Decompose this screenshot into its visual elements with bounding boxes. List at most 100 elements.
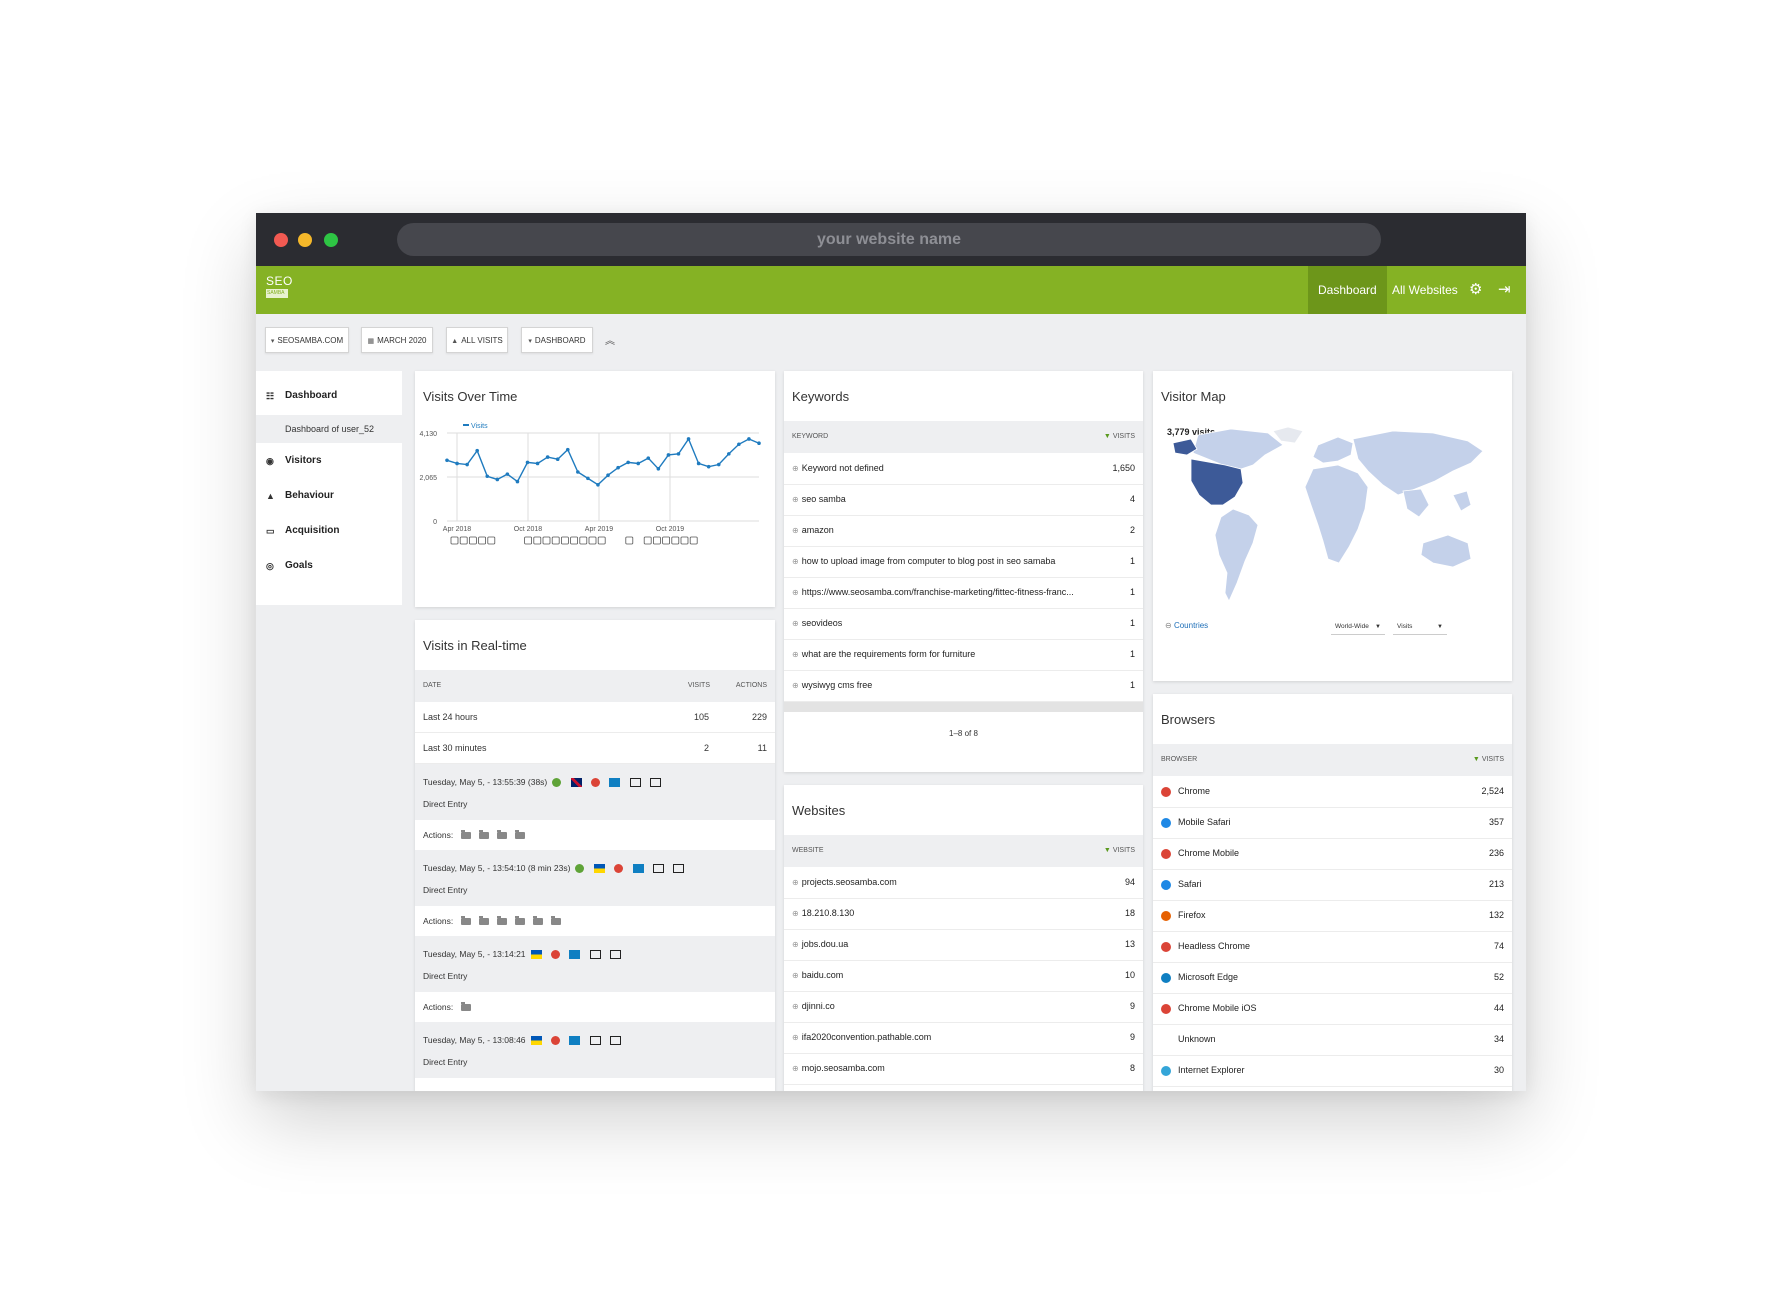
annotation-icon[interactable] bbox=[625, 536, 634, 545]
data-point[interactable] bbox=[606, 473, 610, 477]
data-point[interactable] bbox=[475, 448, 479, 453]
data-point[interactable] bbox=[646, 456, 651, 460]
data-point[interactable] bbox=[686, 437, 691, 441]
folder-icon[interactable] bbox=[461, 1002, 472, 1012]
annotation-icon[interactable] bbox=[551, 536, 560, 545]
data-point[interactable] bbox=[565, 447, 570, 452]
folder-icon[interactable] bbox=[533, 916, 544, 926]
data-point[interactable] bbox=[505, 472, 510, 476]
annotation-icon[interactable] bbox=[579, 536, 588, 545]
data-point[interactable] bbox=[737, 442, 741, 447]
visit-entry[interactable]: Tuesday, May 5, - 13:54:10 (8 min 23s) D… bbox=[415, 850, 775, 906]
maximize-window-button[interactable] bbox=[324, 233, 338, 247]
table-row[interactable]: ⊕ how to upload image from computer to bl… bbox=[784, 546, 1143, 578]
region-select[interactable]: World-Wide ▼ bbox=[1331, 620, 1385, 635]
table-row[interactable]: Mobile Safari 357 bbox=[1153, 807, 1512, 839]
sidebar-item-behaviour[interactable]: ▲ Behaviour bbox=[256, 481, 402, 511]
data-point[interactable] bbox=[576, 470, 580, 474]
visitor-profile-icon[interactable] bbox=[575, 864, 585, 874]
data-point[interactable] bbox=[555, 457, 560, 462]
annotation-icon[interactable] bbox=[570, 536, 579, 545]
table-row[interactable]: ⊕ seo samba 4 bbox=[784, 484, 1143, 516]
table-row[interactable]: ⊕ amazon 2 bbox=[784, 515, 1143, 547]
folder-icon[interactable] bbox=[515, 830, 526, 840]
data-point[interactable] bbox=[596, 482, 600, 487]
table-row[interactable]: ⊕ seovideos 1 bbox=[784, 608, 1143, 640]
data-point[interactable] bbox=[636, 461, 641, 466]
table-row[interactable]: Internet Explorer 30 bbox=[1153, 1055, 1512, 1087]
annotation-icon[interactable] bbox=[652, 536, 661, 545]
table-row[interactable]: Unknown 34 bbox=[1153, 1024, 1512, 1056]
data-point[interactable] bbox=[716, 462, 721, 467]
address-bar[interactable]: your website name bbox=[397, 223, 1381, 256]
nav-all-websites[interactable]: All Websites bbox=[1382, 266, 1468, 314]
sidebar-item-visitors[interactable]: ◉ Visitors bbox=[256, 446, 402, 476]
data-point[interactable] bbox=[727, 452, 731, 456]
folder-icon[interactable] bbox=[497, 916, 508, 926]
data-point[interactable] bbox=[656, 466, 661, 471]
table-row[interactable]: Chrome 2,524 bbox=[1153, 776, 1512, 808]
annotation-icon[interactable] bbox=[542, 536, 551, 545]
visit-entry[interactable]: Tuesday, May 5, - 13:08:46 Direct Entry bbox=[415, 1022, 775, 1078]
metric-select[interactable]: Visits ▼ bbox=[1393, 620, 1447, 635]
table-row[interactable]: ⊕ djinni.co 9 bbox=[784, 991, 1143, 1023]
table-row[interactable]: ⊕ 18.210.8.130 18 bbox=[784, 898, 1143, 930]
visit-entry[interactable]: Tuesday, May 5, - 13:14:21 Direct Entry bbox=[415, 936, 775, 992]
data-point[interactable] bbox=[747, 437, 751, 441]
category-selector[interactable]: ▾ DASHBOARD bbox=[521, 327, 593, 353]
table-row[interactable]: Firefox 132 bbox=[1153, 900, 1512, 932]
table-row[interactable]: ⊕ what are the requirements form for furn… bbox=[784, 639, 1143, 671]
annotation-icon[interactable] bbox=[487, 536, 496, 545]
seosamba-logo[interactable]: SEO SAMBA bbox=[266, 275, 292, 298]
annotation-icon[interactable] bbox=[560, 536, 569, 545]
horizontal-scrollbar[interactable] bbox=[784, 702, 1143, 712]
sidebar-item-goals[interactable]: ◎ Goals bbox=[256, 551, 402, 581]
data-point[interactable] bbox=[586, 476, 590, 481]
data-point[interactable] bbox=[616, 465, 620, 470]
folder-icon[interactable] bbox=[479, 830, 490, 840]
table-row[interactable]: ⊕ ifa2020convention.pathable.com 9 bbox=[784, 1022, 1143, 1054]
close-window-button[interactable] bbox=[274, 233, 288, 247]
visitor-profile-icon[interactable] bbox=[552, 778, 562, 788]
sidebar-item-dashboard[interactable]: ☷ Dashboard bbox=[256, 381, 402, 411]
table-row[interactable]: ⊕ wysiwyg cms free 1 bbox=[784, 670, 1143, 702]
minimize-window-button[interactable] bbox=[298, 233, 312, 247]
zoom-icon[interactable]: ⊖ bbox=[1165, 621, 1174, 630]
annotation-icon[interactable] bbox=[643, 536, 652, 545]
data-point[interactable] bbox=[485, 474, 490, 479]
data-point[interactable] bbox=[535, 461, 540, 466]
annotation-icon[interactable] bbox=[588, 536, 597, 545]
table-row[interactable]: ⊕ projects.seosamba.com 94 bbox=[784, 867, 1143, 899]
data-point[interactable] bbox=[626, 460, 630, 465]
data-point[interactable] bbox=[676, 452, 681, 456]
annotation-icon[interactable] bbox=[459, 536, 468, 545]
annotation-icon[interactable] bbox=[680, 536, 689, 545]
table-row[interactable]: ⊕ baidu.com 10 bbox=[784, 960, 1143, 992]
data-point[interactable] bbox=[525, 460, 530, 465]
annotation-icon[interactable] bbox=[524, 536, 532, 545]
folder-icon[interactable] bbox=[461, 916, 472, 926]
sidebar-item-acquisition[interactable]: ▭ Acquisition bbox=[256, 516, 402, 546]
annotation-icon[interactable] bbox=[478, 536, 486, 545]
annotation-icon[interactable] bbox=[662, 536, 671, 545]
data-point[interactable] bbox=[495, 477, 500, 482]
data-point[interactable] bbox=[666, 453, 671, 457]
table-row[interactable]: ⊕ https://www.seosamba.com/franchise-mark… bbox=[784, 577, 1143, 609]
legend-label[interactable]: Visits bbox=[471, 423, 488, 430]
nav-dashboard[interactable]: Dashboard bbox=[1308, 266, 1387, 314]
annotation-icon[interactable] bbox=[689, 536, 698, 545]
folder-icon[interactable] bbox=[515, 916, 526, 926]
gear-icon[interactable]: ⚙ bbox=[1469, 266, 1482, 314]
countries-link[interactable]: ⊖ Countries bbox=[1165, 621, 1208, 630]
annotation-icon[interactable] bbox=[450, 536, 459, 545]
table-row[interactable]: Microsoft Edge 52 bbox=[1153, 962, 1512, 994]
data-point[interactable] bbox=[706, 464, 711, 469]
table-row[interactable]: Headless Chrome 74 bbox=[1153, 931, 1512, 963]
annotation-icon[interactable] bbox=[469, 536, 477, 545]
table-row[interactable]: ⊕ mojo.seosamba.com 8 bbox=[784, 1053, 1143, 1085]
table-row[interactable]: ⊕ Keyword not defined 1,650 bbox=[784, 453, 1143, 485]
sidebar-subitem-dashboard-user[interactable]: Dashboard of user_52 bbox=[256, 415, 402, 443]
folder-icon[interactable] bbox=[479, 916, 490, 926]
data-point[interactable] bbox=[757, 441, 761, 446]
table-row[interactable]: Chrome Mobile iOS 44 bbox=[1153, 993, 1512, 1025]
